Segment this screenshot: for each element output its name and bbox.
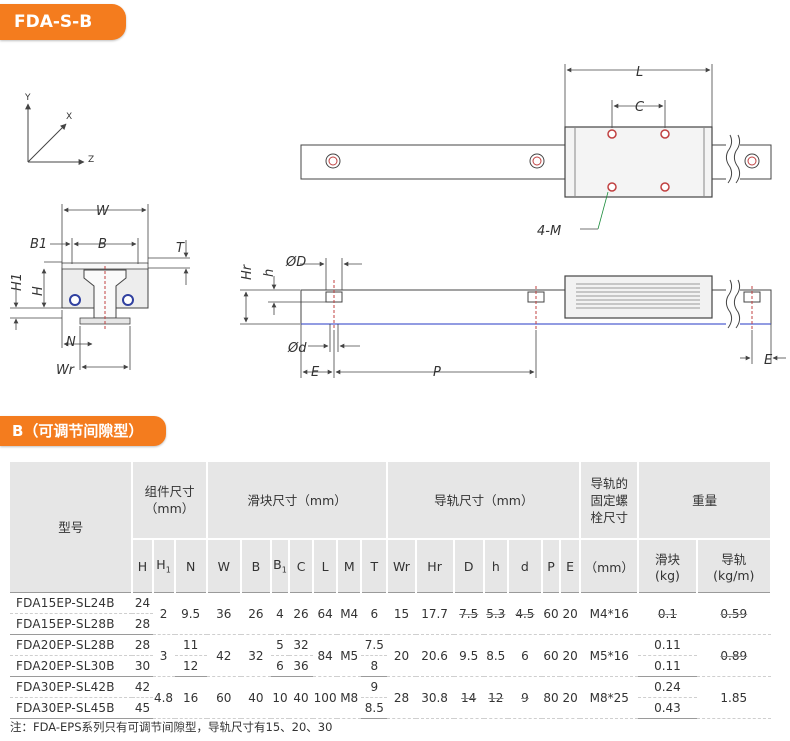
dim-N: N (66, 335, 76, 350)
sub-T: T (361, 538, 389, 593)
axis-z-label: Z (88, 155, 94, 165)
dim-E: E (311, 365, 320, 380)
header-weight: 重量 (638, 462, 772, 539)
axis-x-label: X (66, 112, 72, 122)
dim-W: W (96, 204, 110, 219)
sub-H1: H1 (152, 538, 176, 593)
dim-B: B (98, 237, 107, 252)
sub-E: E (560, 538, 582, 593)
sub-N: N (174, 538, 208, 593)
sub-P: P (541, 538, 562, 593)
dim-h: h (262, 269, 277, 277)
dim-B1: B1 (30, 237, 47, 252)
table-row: FDA20EP-SL28B 28 3 11 42 32 5 32 84 M5 7… (10, 634, 771, 677)
dim-L: L (636, 65, 643, 80)
top-view (300, 126, 772, 198)
dim-C: C (635, 100, 645, 115)
section-tag: B（可调节间隙型） (0, 416, 166, 446)
sub-D: D (453, 538, 485, 593)
sub-W: W (206, 538, 242, 593)
sub-B: B (240, 538, 272, 593)
header-assembly: 组件尺寸 （mm） (132, 462, 208, 539)
sub-Wr: Wr (387, 538, 417, 593)
axis-y-label: Y (24, 93, 31, 103)
sub-w-rail: 导轨 (kg/m) (696, 538, 773, 593)
technical-drawing: Y X Z L C 4-M W B1 B T H1 H N Wr Hr h ØD… (10, 64, 786, 380)
sub-d: d (507, 538, 543, 593)
header-model: 型号 (10, 462, 134, 593)
dim-P: P (433, 365, 441, 380)
spec-table: 型号 组件尺寸 （mm） 滑块尺寸（mm） 导轨尺寸（mm） 导轨的 固定螺 栓尺寸 … (10, 462, 773, 719)
footnote: 注：FDA-EPS系列只有可调节间隙型，导轨尺寸有15、20、30 (10, 720, 333, 734)
sub-C: C (289, 538, 315, 593)
sub-w-block: 滑块 (kg) (638, 538, 698, 593)
dim-d: Ød (287, 341, 307, 356)
sub-B1: B1 (270, 538, 291, 593)
header-rail: 导轨尺寸（mm） (387, 462, 582, 539)
header-bolt: 导轨的 固定螺 栓尺寸 (580, 462, 640, 539)
side-view (300, 275, 772, 332)
dim-Hr: Hr (240, 263, 255, 280)
dim-H: H (31, 286, 46, 296)
dim-H1: H1 (10, 273, 25, 291)
header-block: 滑块尺寸（mm） (206, 462, 389, 539)
end-view (61, 262, 149, 330)
sub-Hr: Hr (415, 538, 455, 593)
axis-symbol (25, 103, 85, 165)
table-row: FDA15EP-SL24B 24 2 9.5 36 26 4 26 64 M4 … (10, 592, 771, 635)
dim-Wr: Wr (56, 363, 76, 378)
table-row: FDA30EP-SL42B 42 4.8 16 60 40 10 40 100 … (10, 676, 771, 719)
sub-bolt: （mm） (580, 538, 640, 593)
dim-T: T (176, 241, 185, 256)
sub-h: h (483, 538, 509, 593)
dim-D: ØD (285, 255, 306, 270)
dim-4-M: 4-M (537, 224, 561, 239)
dim-E-end: E (764, 353, 773, 368)
sub-M: M (337, 538, 363, 593)
sub-L: L (313, 538, 339, 593)
sub-H: H (132, 538, 154, 593)
